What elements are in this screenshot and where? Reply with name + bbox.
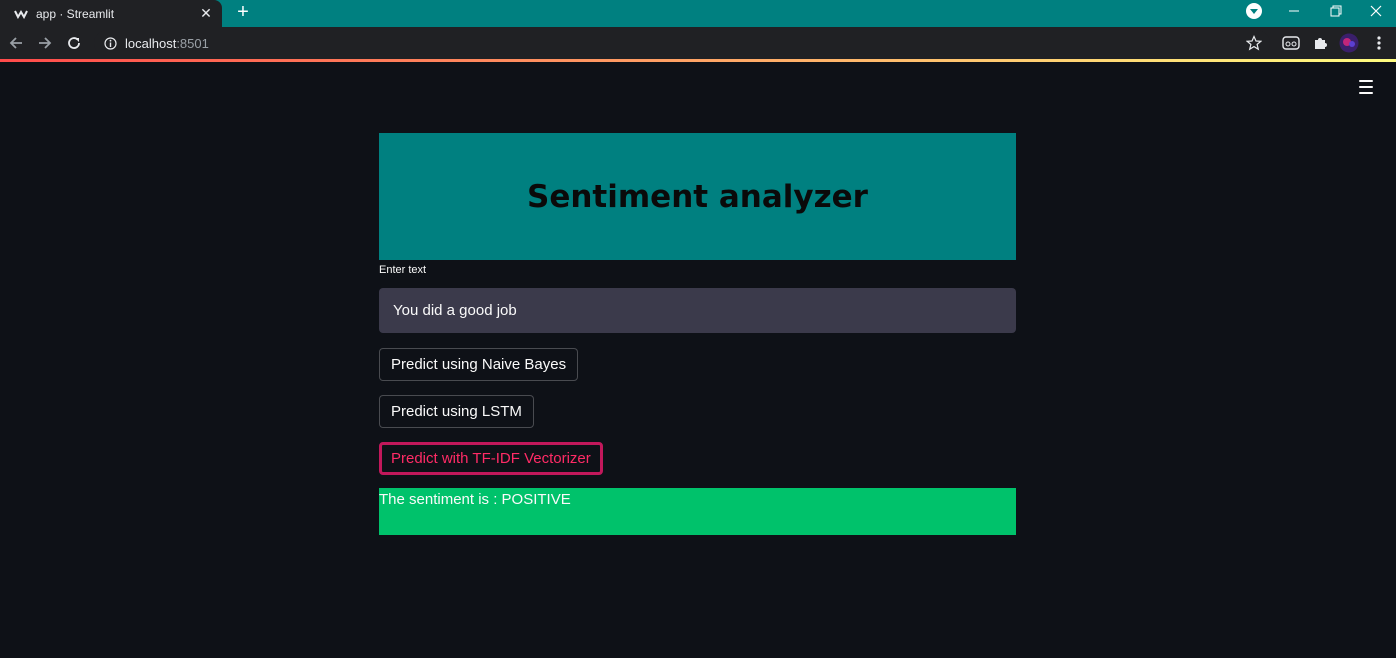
- chrome-profile-icon[interactable]: [1246, 3, 1262, 19]
- url-host: localhost: [125, 35, 177, 51]
- window-close-icon[interactable]: [1356, 0, 1396, 22]
- title-banner: Sentiment analyzer: [379, 133, 1016, 260]
- hamburger-menu-icon[interactable]: [1357, 79, 1375, 95]
- reload-icon[interactable]: [63, 32, 85, 54]
- predict-lstm-button[interactable]: Predict using LSTM: [379, 395, 534, 428]
- back-icon[interactable]: [5, 32, 27, 54]
- browser-tab-bar: app · Streamlit ✕ +: [0, 0, 1396, 27]
- browser-toolbar: localhost:8501: [0, 27, 1396, 59]
- sentiment-result: The sentiment is : POSITIVE: [379, 488, 1016, 535]
- page-title: Sentiment analyzer: [527, 178, 868, 215]
- text-input[interactable]: [379, 288, 1016, 333]
- predict-naive-bayes-button[interactable]: Predict using Naive Bayes: [379, 348, 579, 381]
- url-port: :8501: [176, 35, 209, 51]
- streamlit-favicon-icon: [14, 7, 28, 21]
- extension-icon[interactable]: [1281, 33, 1301, 53]
- restore-icon[interactable]: [1316, 0, 1356, 22]
- close-icon[interactable]: ✕: [198, 5, 214, 22]
- star-icon[interactable]: [1246, 35, 1262, 51]
- new-tab-button[interactable]: +: [232, 2, 254, 24]
- minimize-icon[interactable]: [1274, 0, 1314, 22]
- streamlit-decoration-bar: [0, 59, 1396, 62]
- avatar[interactable]: [1339, 33, 1359, 53]
- main-content: Sentiment analyzer Enter text Predict us…: [379, 133, 1016, 535]
- predict-tfidf-button[interactable]: Predict with TF-IDF Vectorizer: [379, 442, 603, 475]
- address-bar[interactable]: localhost:8501: [94, 30, 1270, 56]
- info-icon[interactable]: [104, 36, 117, 50]
- menu-dots-icon[interactable]: [1369, 33, 1389, 53]
- forward-icon[interactable]: [34, 32, 56, 54]
- browser-tab[interactable]: app · Streamlit ✕: [0, 0, 222, 27]
- tab-title: app · Streamlit: [36, 6, 115, 21]
- input-label: Enter text: [379, 264, 427, 276]
- puzzle-icon[interactable]: [1310, 33, 1330, 53]
